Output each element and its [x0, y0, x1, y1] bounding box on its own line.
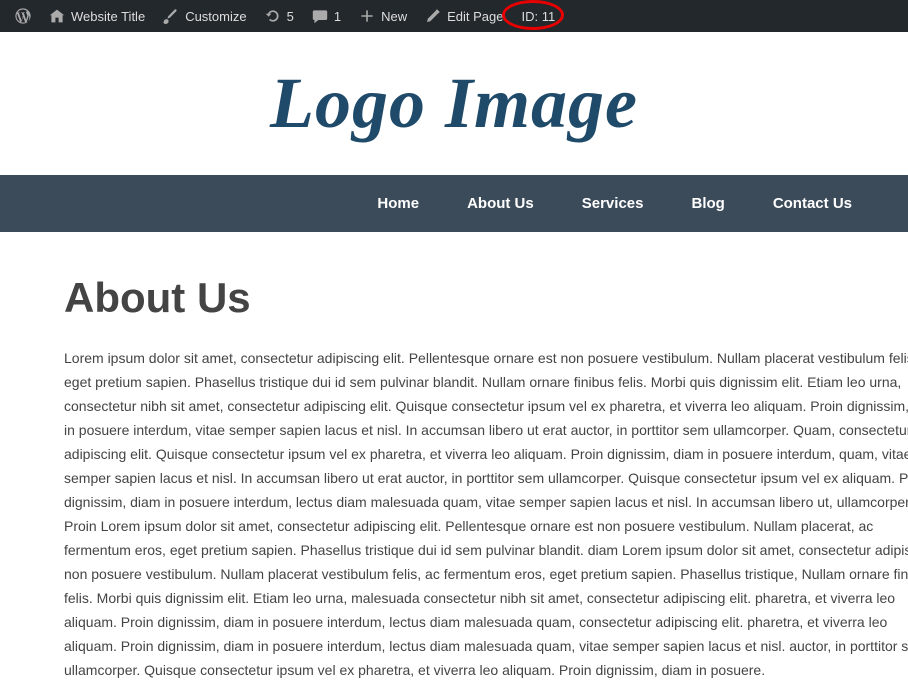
wordpress-icon: [15, 8, 31, 24]
page-id-label: ID: 11: [521, 9, 555, 24]
nav-item-blog[interactable]: Blog: [691, 195, 724, 212]
customize-link[interactable]: Customize: [154, 0, 255, 32]
new-content-link[interactable]: New: [350, 0, 416, 32]
comment-icon: [312, 8, 328, 24]
nav-item-contact-us[interactable]: Contact Us: [773, 195, 852, 212]
page-id-indicator: ID: 11: [512, 0, 564, 32]
home-icon: [49, 8, 65, 24]
new-label: New: [381, 9, 407, 24]
wp-admin-bar: Website Title Customize 5 1 New Edit Pag…: [0, 0, 908, 32]
nav-item-services[interactable]: Services: [582, 195, 644, 212]
customize-label: Customize: [185, 9, 246, 24]
page-title: About Us: [64, 274, 908, 322]
comments-count: 1: [334, 9, 341, 24]
plus-icon: [359, 8, 375, 24]
logo-area: Logo Image: [0, 32, 908, 175]
nav-item-home[interactable]: Home: [377, 195, 419, 212]
updates-count: 5: [287, 9, 294, 24]
main-nav: Home About Us Services Blog Contact Us: [0, 175, 908, 232]
site-title-link[interactable]: Website Title: [40, 0, 154, 32]
comments-link[interactable]: 1: [303, 0, 350, 32]
page-body: About Us Lorem ipsum dolor sit amet, con…: [0, 232, 908, 682]
pencil-icon: [425, 8, 441, 24]
edit-page-link[interactable]: Edit Page: [416, 0, 512, 32]
refresh-icon: [265, 8, 281, 24]
page-content: Lorem ipsum dolor sit amet, consectetur …: [64, 346, 908, 682]
wp-logo[interactable]: [6, 0, 40, 32]
edit-page-label: Edit Page: [447, 9, 503, 24]
site-title-label: Website Title: [71, 9, 145, 24]
logo-image: Logo Image: [270, 63, 638, 143]
nav-item-about-us[interactable]: About Us: [467, 195, 534, 212]
updates-link[interactable]: 5: [256, 0, 303, 32]
brush-icon: [163, 8, 179, 24]
